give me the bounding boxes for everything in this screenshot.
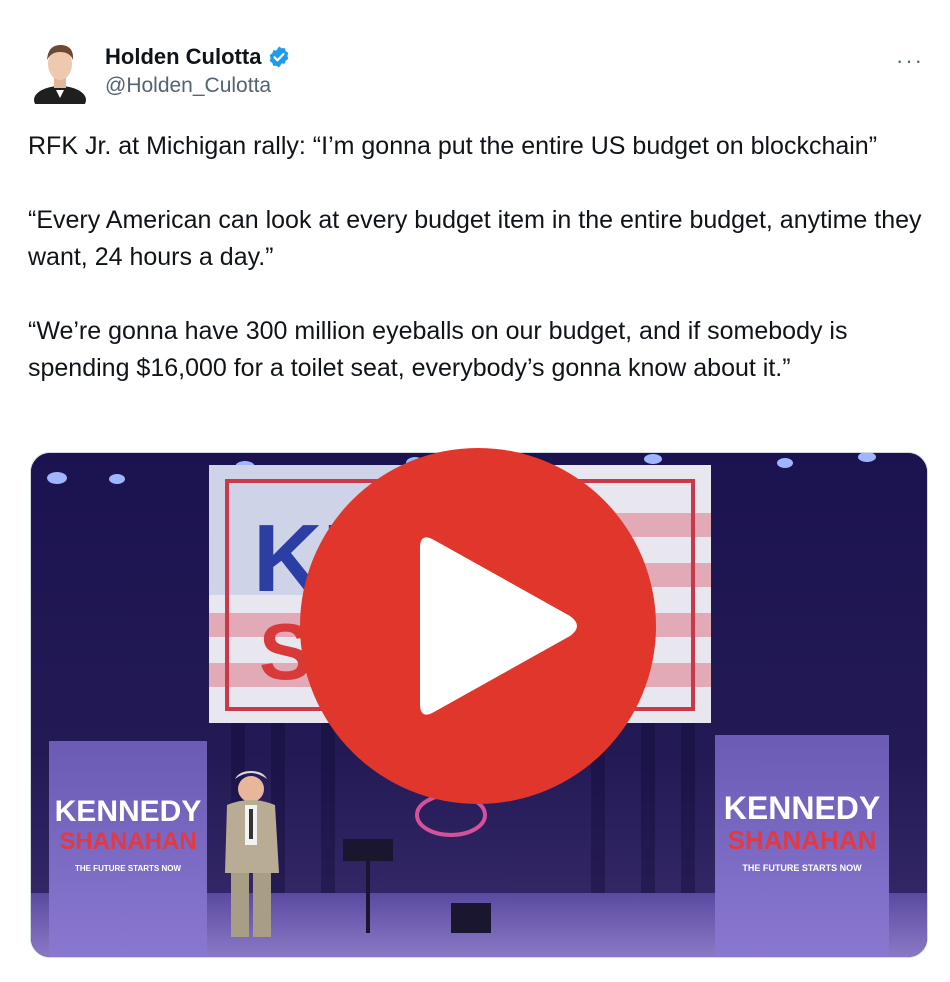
more-options-icon[interactable]: ··· <box>896 48 924 74</box>
tweet-paragraph: “Every American can look at every budget… <box>28 206 922 271</box>
avatar[interactable] <box>32 40 88 104</box>
tweet-text: RFK Jr. at Michigan rally: “I’m gonna pu… <box>28 128 928 424</box>
tweet-paragraph: “We’re gonna have 300 million eyeballs o… <box>28 317 848 382</box>
author-block: Holden Culotta @Holden_Culotta <box>105 44 291 98</box>
play-button[interactable] <box>298 446 658 806</box>
author-name[interactable]: Holden Culotta <box>105 44 261 70</box>
banner-right-tagline: THE FUTURE STARTS NOW <box>742 863 862 873</box>
banner-right-subtitle: SHANAHAN <box>728 825 877 855</box>
banner-left-subtitle: SHANAHAN <box>59 828 196 855</box>
verified-badge-icon <box>270 46 289 68</box>
author-handle[interactable]: @Holden_Culotta <box>105 74 291 98</box>
banner-left-tagline: THE FUTURE STARTS NOW <box>75 864 182 873</box>
tweet-card: Holden Culotta @Holden_Culotta ··· RFK J… <box>0 0 950 982</box>
tweet-paragraph: RFK Jr. at Michigan rally: “I’m gonna pu… <box>28 132 878 160</box>
banner-right-title: KENNEDY <box>724 790 880 826</box>
banner-left-title: KENNEDY <box>55 795 202 828</box>
